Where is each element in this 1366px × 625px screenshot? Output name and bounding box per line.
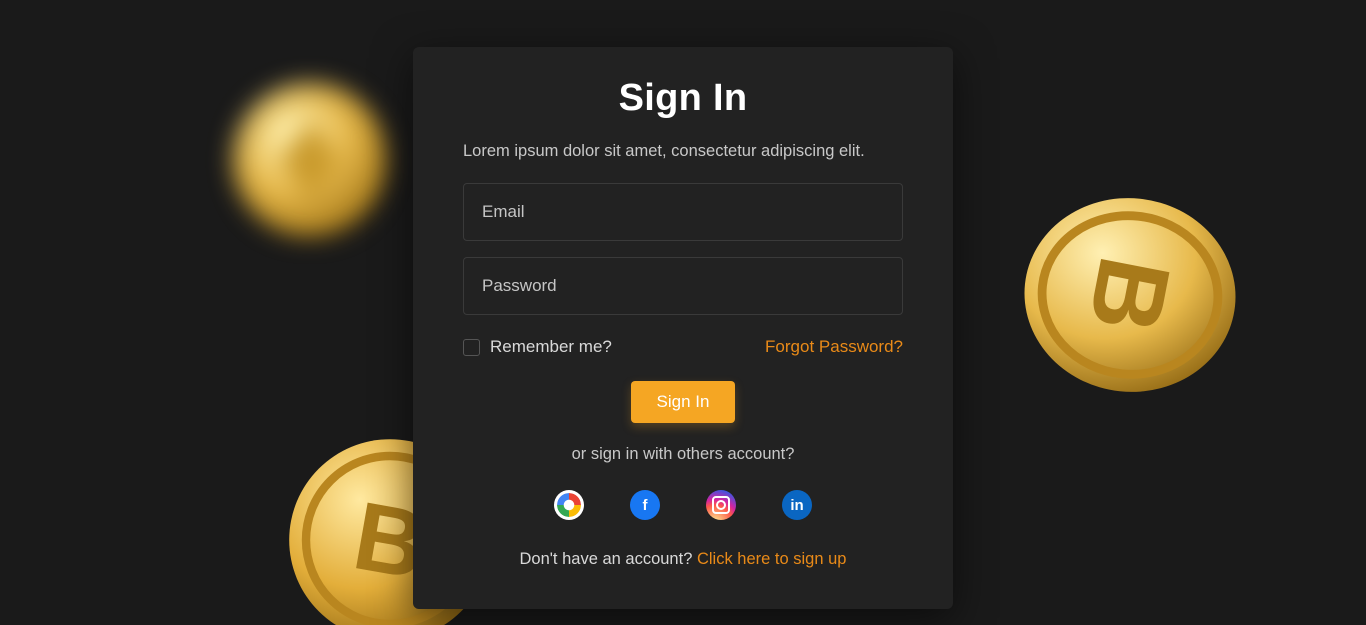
- signup-prompt: Don't have an account? Click here to sig…: [463, 550, 903, 569]
- google-icon[interactable]: [554, 490, 584, 520]
- linkedin-icon[interactable]: in: [782, 490, 812, 520]
- signup-prompt-text: Don't have an account?: [520, 550, 697, 568]
- signin-button[interactable]: Sign In: [631, 381, 736, 423]
- svg-text:B: B: [1067, 248, 1192, 341]
- coin-icon: [230, 80, 390, 240]
- coin-icon: B: [1009, 174, 1251, 416]
- password-field[interactable]: [463, 257, 903, 315]
- signin-card: Sign In Lorem ipsum dolor sit amet, cons…: [413, 47, 953, 609]
- others-label: or sign in with others account?: [463, 445, 903, 464]
- signup-link[interactable]: Click here to sign up: [697, 550, 847, 568]
- forgot-password-link[interactable]: Forgot Password?: [765, 337, 903, 357]
- remember-me-toggle[interactable]: Remember me?: [463, 337, 612, 357]
- subtitle-text: Lorem ipsum dolor sit amet, consectetur …: [463, 142, 903, 161]
- social-login-row: f in: [463, 490, 903, 520]
- page-title: Sign In: [463, 77, 903, 120]
- instagram-icon[interactable]: [706, 490, 736, 520]
- facebook-icon[interactable]: f: [630, 490, 660, 520]
- email-field[interactable]: [463, 183, 903, 241]
- remember-me-label: Remember me?: [490, 337, 612, 357]
- remember-me-checkbox[interactable]: [463, 339, 480, 356]
